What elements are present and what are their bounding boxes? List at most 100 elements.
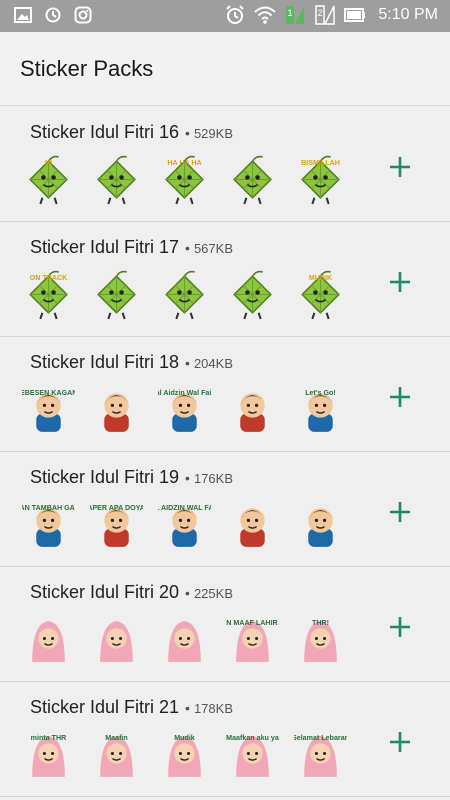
ketupat-hi-sticker[interactable]: HI [22, 153, 75, 206]
add-pack-button[interactable] [386, 153, 414, 181]
sticker-caption: Let's Go! [305, 389, 336, 397]
mudik-sticker[interactable]: Mudik [158, 728, 211, 781]
sticker-preview-row: HI HA HA HA BISMILLAH [22, 153, 347, 206]
clock: 5:10 PM [378, 6, 438, 23]
svg-text:1: 1 [288, 8, 293, 18]
app-bar: Sticker Packs [0, 32, 450, 106]
separator-dot: • [185, 125, 190, 141]
girl-kenyang-sticker[interactable]: KEBESEN KAGAN!! [22, 383, 75, 436]
signal-sim2-icon: 2 [315, 5, 336, 25]
plus-icon [390, 617, 410, 637]
pack-title: Sticker Idul Fitri 18 • 204KB [30, 352, 233, 373]
sticker-pack-row[interactable]: Sticker Idul Fitri 19 •176KB LEBARAN TAMBA… [0, 452, 450, 567]
pack-size: 204KB [193, 356, 233, 371]
sticker-caption: THR! [312, 619, 329, 627]
sticker-caption: minta THR [31, 734, 67, 742]
sticker-pack-row[interactable]: Sticker Idul Fitri 21 • 178KB minta THR Maaf… [0, 682, 450, 797]
sleeping-sticker[interactable] [226, 498, 279, 551]
add-pack-button[interactable] [386, 383, 414, 411]
sticker-caption: Selamat Lebaran [294, 734, 347, 742]
add-pack-button[interactable] [386, 498, 414, 526]
plus-icon [390, 502, 410, 522]
sticker-caption: LEBARAN TAMBAH GAK TAU... [22, 504, 75, 512]
separator-dot: • [185, 585, 190, 601]
sticker-pack-row[interactable]: Sticker Idul Fitri 20 •225KB MOHON MAAF LA… [0, 567, 450, 682]
sticker-pack-row[interactable]: Sticker Idul Fitri 17 • 567KB ON TRACK MUDIK [0, 222, 450, 337]
sticker-caption: MOHON MAAF LAHIR BATIN [226, 619, 279, 627]
battery-icon [344, 8, 366, 22]
laper-apa-doyan-sticker[interactable]: LAPER APA DOYAN [90, 498, 143, 551]
ketupat-dance-sticker[interactable] [90, 153, 143, 206]
ketupat-otw-sticker[interactable]: ON TRACK [22, 268, 75, 321]
pack-name: Sticker Idul Fitri 20 [30, 582, 180, 602]
sticker-caption: LAPER APA DOYAN [90, 504, 143, 512]
sticker-caption: HI [45, 159, 52, 167]
sticker-caption: ON TRACK [30, 274, 68, 282]
ketupat-fireworks-sticker[interactable] [226, 268, 279, 321]
separator-dot: • [185, 355, 190, 371]
separator-dot: • [185, 700, 190, 716]
sticker-pack-list: Sticker Idul Fitri 16 • 529KB HI HA HA HA BIS… [0, 107, 450, 797]
maafin-sticker[interactable]: Maafin [90, 728, 143, 781]
plus-icon [390, 732, 410, 752]
pack-title: Sticker Idul Fitri 16 • 529KB [30, 122, 233, 143]
pack-name: Sticker Idul Fitri 21 [30, 697, 180, 717]
scooter-sticker[interactable] [226, 383, 279, 436]
minta-thr-sticker[interactable]: minta THR [22, 728, 75, 781]
page-title: Sticker Packs [20, 56, 154, 81]
handshake-sticker[interactable] [90, 383, 143, 436]
status-bar: 1 2 5:10 PM [0, 0, 450, 32]
plus-icon [390, 157, 410, 177]
ketupat-bismillah-sticker[interactable]: BISMILLAH [294, 153, 347, 206]
sticker-caption: Mudik [174, 734, 195, 742]
minal-aidzin-couple-sticker[interactable]: MINAL AIDZIN WAL FAIDZIN [158, 498, 211, 551]
plus-icon [390, 272, 410, 292]
alarm-icon [226, 5, 245, 24]
sticker-preview-row: KEBESEN KAGAN!! Minal Aidzin Wal Faidzin L… [22, 383, 347, 436]
ketupat-star-sticker[interactable] [226, 153, 279, 206]
pack-title: Sticker Idul Fitri 20 • 225KB [30, 582, 233, 603]
pack-size: 176KB [193, 471, 233, 486]
sticker-preview-row: LEBARAN TAMBAH GAK TAU... LAPER APA DOYAN… [22, 498, 347, 551]
sticker-preview-row: minta THR Maafin Mudik Maafkan aku ya Selama… [22, 728, 347, 781]
pack-size: 567KB [193, 241, 233, 256]
ketupat-shy-sticker[interactable] [90, 268, 143, 321]
ketupat-eating-sticker[interactable] [158, 268, 211, 321]
maafkan-aku-ya-sticker[interactable]: Maafkan aku ya [226, 728, 279, 781]
pack-title: Sticker Idul Fitri 21 • 178KB [30, 697, 233, 718]
pack-name: Sticker Idul Fitri 16 [30, 122, 180, 142]
sticker-pack-row[interactable]: Sticker Idul Fitri 18 •204KB KEBESEN KAGAN… [0, 337, 450, 452]
ketupat-haha-sticker[interactable]: HA HA HA [158, 153, 211, 206]
separator-dot: • [185, 240, 190, 256]
svg-text:2: 2 [318, 8, 323, 18]
instagram-icon [74, 6, 92, 24]
sticker-caption: KEBESEN KAGAN!! [22, 389, 75, 397]
boy-lebaran-sticker[interactable]: LEBARAN TAMBAH GAK TAU... [22, 498, 75, 551]
gallery-icon [14, 7, 32, 23]
hijab-girl-cooking-sticker[interactable] [158, 613, 211, 666]
pack-size: 225KB [193, 586, 233, 601]
add-pack-button[interactable] [386, 268, 414, 296]
sync-icon [45, 7, 61, 23]
hijab-girl-ketupat-sticker[interactable] [22, 613, 75, 666]
hijab-girl-food-sticker[interactable] [90, 613, 143, 666]
hijab-girl-mohon-maaf-sticker[interactable]: MOHON MAAF LAHIR BATIN [226, 613, 279, 666]
signal-sim1-icon: 1 [286, 6, 305, 24]
hijab-girl-thr-sticker[interactable]: THR! [294, 613, 347, 666]
lets-go-sticker[interactable]: Let's Go! [294, 383, 347, 436]
add-pack-button[interactable] [386, 613, 414, 641]
sticker-caption: MUDIK [309, 274, 333, 282]
bedug-sticker[interactable] [294, 498, 347, 551]
pack-name: Sticker Idul Fitri 18 [30, 352, 180, 372]
sticker-caption: HA HA HA [167, 159, 201, 167]
selamat-lebaran-sticker[interactable]: Selamat Lebaran [294, 728, 347, 781]
ketupat-mudik-sticker[interactable]: MUDIK [294, 268, 347, 321]
pack-name: Sticker Idul Fitri 17 [30, 237, 180, 257]
sticker-pack-row[interactable]: Sticker Idul Fitri 16 • 529KB HI HA HA HA BIS… [0, 107, 450, 222]
sticker-caption: Maafkan aku ya [226, 734, 279, 742]
pack-title: Sticker Idul Fitri 19 • 176KB [30, 467, 233, 488]
separator-dot: • [185, 470, 190, 486]
add-pack-button[interactable] [386, 728, 414, 756]
minal-aidzin-sticker[interactable]: Minal Aidzin Wal Faidzin [158, 383, 211, 436]
sticker-preview-row: ON TRACK MUDIK [22, 268, 347, 321]
